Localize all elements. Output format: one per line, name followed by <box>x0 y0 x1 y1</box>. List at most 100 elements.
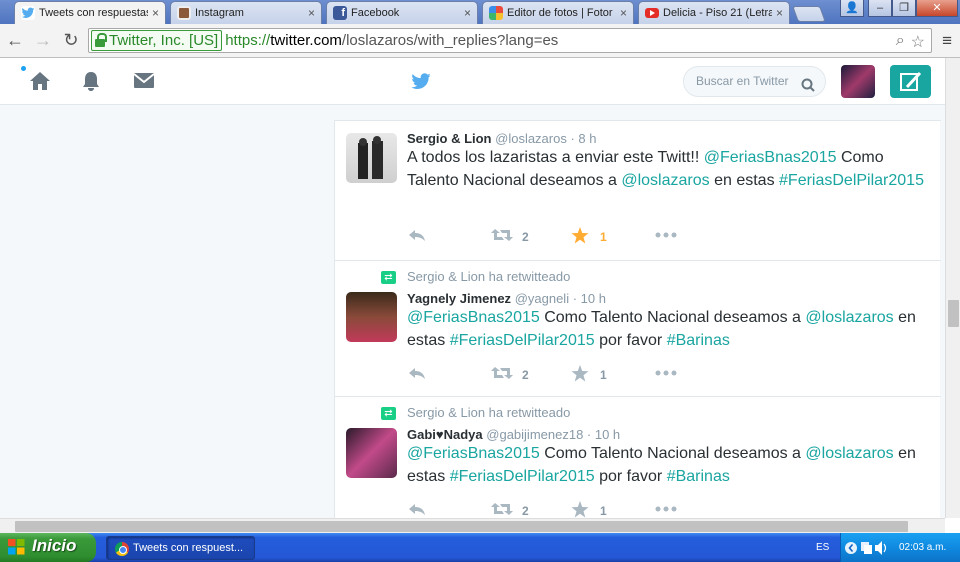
mention-link[interactable]: @FeriasBnas2015 <box>704 149 837 166</box>
tab-fotor[interactable]: Editor de fotos | Fotor × <box>482 1 634 24</box>
mention-link[interactable]: @loslazaros <box>805 445 893 462</box>
volume-icon <box>875 541 887 555</box>
close-tab-icon[interactable]: × <box>776 6 783 20</box>
close-window-button[interactable]: ✕ <box>916 0 958 17</box>
start-button[interactable]: Inicio <box>0 533 96 562</box>
tweet-author-name[interactable]: Gabi♥Nadya <box>407 427 483 442</box>
notification-dot <box>21 66 26 71</box>
retweeted-by[interactable]: Sergio & Lion ha retwitteado <box>407 405 570 420</box>
more-options-icon[interactable] <box>655 501 677 518</box>
maximize-button[interactable]: ❐ <box>892 0 916 17</box>
twitter-top-bar: Buscar en Twitter <box>0 58 945 105</box>
more-options-icon[interactable] <box>655 227 677 246</box>
horizontal-scroll-thumb[interactable] <box>15 521 908 532</box>
tweet-text-segment: en estas <box>709 171 780 189</box>
hashtag-link[interactable]: #Barinas <box>667 468 730 485</box>
tweet-item[interactable]: ⇄ Sergio & Lion ha retwitteado Yagnely J… <box>335 260 941 396</box>
address-bar[interactable]: Twitter, Inc. [US] https://twitter.com/l… <box>88 28 932 53</box>
tweet-avatar[interactable] <box>346 133 397 183</box>
tweet-time[interactable]: · 8 h <box>570 131 596 146</box>
chrome-menu-icon[interactable]: ≡ <box>942 31 952 51</box>
tab-strip: Tweets con respuestas × Instagram × f Fa… <box>0 0 960 24</box>
zoom-icon[interactable]: ⌕ <box>896 32 905 52</box>
more-options-icon[interactable] <box>655 365 677 384</box>
search-icon[interactable] <box>801 74 815 103</box>
hashtag-link[interactable]: #FeriasDelPilar2015 <box>450 468 595 485</box>
retweeted-by[interactable]: Sergio & Lion ha retwitteado <box>407 269 570 284</box>
mention-link[interactable]: @FeriasBnas2015 <box>407 309 540 326</box>
url-text[interactable]: https://twitter.com/loslazaros/with_repl… <box>225 32 558 49</box>
tweet-item[interactable]: Sergio & Lion @loslazaros · 8 h A todos … <box>335 120 941 260</box>
twitter-bird-logo[interactable] <box>409 71 433 97</box>
close-tab-icon[interactable]: × <box>308 6 315 20</box>
new-tab-button[interactable] <box>792 6 826 22</box>
mention-link[interactable]: @FeriasBnas2015 <box>407 445 540 462</box>
tweet-avatar[interactable] <box>346 428 397 478</box>
hashtag-link[interactable]: #Barinas <box>667 332 730 349</box>
retweet-icon[interactable] <box>491 501 513 518</box>
forward-button[interactable]: → <box>32 30 54 50</box>
tweet-actions: 2 1 <box>407 227 707 247</box>
tweet-handle[interactable]: @gabijimenez18 <box>486 427 583 442</box>
compose-tweet-button[interactable] <box>890 65 931 98</box>
tweet-text-segment: Como Talento Nacional deseamos a <box>539 309 806 326</box>
youtube-icon <box>645 8 659 18</box>
back-button[interactable]: ← <box>4 30 26 50</box>
favorite-star-icon[interactable] <box>571 365 589 385</box>
reply-icon[interactable] <box>407 227 427 246</box>
tab-facebook[interactable]: f Facebook × <box>326 1 478 24</box>
retweet-icon[interactable] <box>491 365 513 384</box>
compose-icon <box>900 71 922 91</box>
tweet-handle[interactable]: @loslazaros <box>495 131 567 146</box>
reload-button[interactable]: ↻ <box>60 30 82 50</box>
tweet-header: Gabi♥Nadya @gabijimenez18 · 10 h <box>407 427 620 442</box>
tweet-handle[interactable]: @yagneli <box>515 291 569 306</box>
tweet-author-name[interactable]: Yagnely Jimenez <box>407 291 511 306</box>
favorite-count: 1 <box>600 230 607 244</box>
notifications-bell-icon[interactable] <box>80 70 102 97</box>
twitter-search-input[interactable]: Buscar en Twitter <box>683 66 826 97</box>
tweet-time[interactable]: · 10 h <box>587 427 620 442</box>
tab-tweets[interactable]: Tweets con respuestas × <box>14 1 166 24</box>
tab-youtube[interactable]: Delicia - Piso 21 (Letra) × <box>638 1 790 24</box>
twitter-page: Buscar en Twitter Sergio & Lion @loslaza… <box>0 58 945 518</box>
reply-icon[interactable] <box>407 365 427 384</box>
taskbar-chrome-window[interactable]: Tweets con respuest... <box>106 536 255 560</box>
bookmark-star-icon[interactable]: ☆ <box>911 32 925 52</box>
reply-icon[interactable] <box>407 501 427 518</box>
tweet-item[interactable]: ⇄ Sergio & Lion ha retwitteado Gabi♥Nady… <box>335 396 941 518</box>
home-icon[interactable] <box>28 70 52 97</box>
mention-link[interactable]: @loslazaros <box>621 172 709 189</box>
start-label: Inicio <box>32 536 77 555</box>
minimize-button[interactable]: – <box>868 0 892 17</box>
retweet-icon[interactable] <box>491 227 513 246</box>
instagram-icon <box>177 6 191 20</box>
tab-label: Tweets con respuestas <box>39 7 148 19</box>
search-placeholder: Buscar en Twitter <box>696 74 789 88</box>
favorite-star-icon[interactable] <box>571 501 589 518</box>
close-tab-icon[interactable]: × <box>152 6 159 20</box>
favorite-star-icon[interactable] <box>571 227 589 247</box>
user-avatar[interactable] <box>841 65 875 98</box>
mention-link[interactable]: @loslazaros <box>805 309 893 326</box>
vertical-scrollbar[interactable] <box>945 58 960 518</box>
tweet-time[interactable]: · 10 h <box>573 291 606 306</box>
close-tab-icon[interactable]: × <box>464 6 471 20</box>
hashtag-link[interactable]: #FeriasDelPilar2015 <box>450 332 595 349</box>
messages-envelope-icon[interactable] <box>132 70 156 95</box>
ev-certificate-badge[interactable]: Twitter, Inc. [US] <box>91 30 223 51</box>
tweet-avatar[interactable] <box>346 292 397 342</box>
favorite-count: 1 <box>600 368 607 382</box>
tweet-actions: 2 1 <box>407 365 707 385</box>
user-button[interactable]: 👤 <box>840 0 864 17</box>
clock[interactable]: 02:03 a.m. <box>899 542 946 553</box>
language-indicator[interactable]: ES <box>816 542 829 553</box>
vertical-scroll-thumb[interactable] <box>948 300 959 327</box>
horizontal-scrollbar[interactable] <box>0 518 945 533</box>
url-path: /loslazaros/with_replies?lang=es <box>341 32 559 49</box>
tweet-text-segment: Como Talento Nacional deseamos a <box>539 445 806 462</box>
close-tab-icon[interactable]: × <box>620 6 627 20</box>
tweet-author-name[interactable]: Sergio & Lion <box>407 131 492 146</box>
tab-instagram[interactable]: Instagram × <box>170 1 322 24</box>
hashtag-link[interactable]: #FeriasDelPilar2015 <box>779 172 924 189</box>
